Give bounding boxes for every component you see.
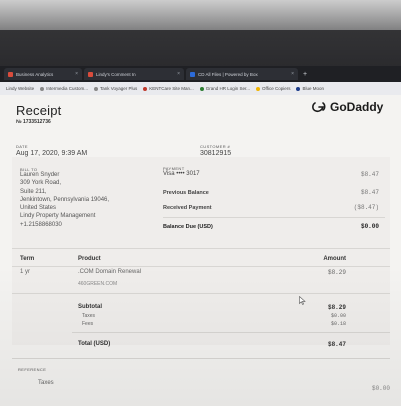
tab-favicon-icon [190, 71, 195, 77]
receipt-page: Receipt № 1733512736 GoDaddy DATE Aug 17… [0, 95, 401, 406]
screen-glare [0, 0, 401, 30]
balance-due-value: $0.00 [360, 223, 379, 230]
bookmark-icon [199, 86, 204, 91]
customer-label: CUSTOMER # [200, 144, 231, 149]
godaddy-logo: GoDaddy [312, 100, 383, 114]
bookmark-lindy-website[interactable]: Lindy Website [6, 86, 34, 91]
customer-value: 30812915 [200, 150, 232, 157]
bookmark-icon [93, 86, 98, 91]
payment-amount: $8.47 [360, 171, 379, 178]
received-payment-label: Received Payment [163, 205, 212, 211]
divider [72, 332, 390, 333]
subtotal-label: Subtotal [78, 304, 102, 310]
browser-tab-lindys-comment[interactable]: Lindy's Comment In × [84, 68, 184, 80]
browser-tab-business-analytics[interactable]: Business Analytics × [4, 68, 82, 80]
bookmark-icon [256, 86, 261, 91]
brand-name: GoDaddy [330, 100, 384, 114]
total-label: Total (USD) [78, 341, 111, 347]
received-payment-value: ($8.47) [353, 204, 379, 211]
bookmark-grand-hr[interactable]: Grand HR Login Ser... [199, 86, 250, 91]
reference-taxes-label: Taxes [38, 380, 54, 386]
divider [12, 358, 390, 359]
divider [12, 248, 390, 249]
mouse-pointer-icon [299, 296, 306, 305]
previous-balance-value: $8.47 [360, 189, 379, 196]
bookmark-office-copiers[interactable]: Office Copiers [256, 86, 290, 91]
bookmark-icon [143, 86, 148, 91]
fees-value: $0.18 [330, 321, 346, 327]
reference-label: REFERENCE [18, 367, 47, 372]
tab-label: Business Analytics [16, 71, 54, 77]
subtotal-value: $8.29 [327, 304, 346, 311]
browser-tab-box-files[interactable]: CD All Files | Powered by Box × [186, 68, 298, 80]
browser-tab-strip: Business Analytics × Lindy's Comment In … [0, 66, 401, 82]
date-value: Aug 17, 2020, 9:39 AM [16, 150, 88, 157]
total-value: $8.47 [327, 341, 346, 348]
page-title: Receipt [16, 103, 62, 118]
tab-label: Lindy's Comment In [96, 71, 136, 77]
divider [163, 217, 385, 218]
divider [12, 293, 390, 294]
fees-label: Fees [82, 321, 94, 327]
bookmark-intermedia[interactable]: Intermedia Custom... [40, 86, 88, 91]
payment-method: Visa •••• 3017 [163, 171, 200, 177]
line-item-domain: 460GREEN.COM [78, 281, 118, 287]
bookmark-kentcare[interactable]: KENTCare Site Man... [143, 86, 194, 91]
bookmarks-bar: Lindy Website Intermedia Custom... Tank … [0, 82, 401, 95]
tab-favicon-icon [88, 71, 93, 77]
new-tab-button[interactable]: + [300, 71, 310, 78]
col-header-amount: Amount [323, 256, 346, 262]
tab-favicon-icon [8, 71, 13, 77]
date-label: DATE [16, 144, 28, 149]
divider [12, 266, 390, 267]
col-header-term: Term [20, 256, 35, 262]
bookmark-blue-moon[interactable]: Blue Moon [296, 86, 324, 91]
bookmark-icon [296, 86, 301, 91]
taxes-label: Taxes [82, 313, 96, 319]
bookmark-icon [40, 86, 45, 91]
godaddy-logo-icon [312, 102, 326, 113]
tab-close-icon[interactable]: × [75, 71, 78, 77]
line-item-product: .COM Domain Renewal [78, 269, 142, 275]
bill-to-address: Lauren Snyder 309 York Road, Suite 211, … [20, 172, 110, 228]
bookmark-tank-voyager[interactable]: Tank Voyager Plus [93, 86, 137, 91]
tab-close-icon[interactable]: × [177, 71, 180, 77]
receipt-number: № 1733512736 [16, 119, 51, 125]
tab-label: CD All Files | Powered by Box [198, 71, 258, 77]
line-item-amount: $8.29 [327, 269, 346, 276]
reference-taxes-value: $0.00 [371, 385, 390, 392]
balance-due-label: Balance Due (USD) [163, 224, 213, 230]
previous-balance-label: Previous Balance [163, 190, 209, 196]
col-header-product: Product [78, 256, 101, 262]
line-item-term: 1 yr [20, 269, 31, 275]
taxes-value: $0.00 [330, 313, 346, 319]
tab-close-icon[interactable]: × [291, 71, 294, 77]
